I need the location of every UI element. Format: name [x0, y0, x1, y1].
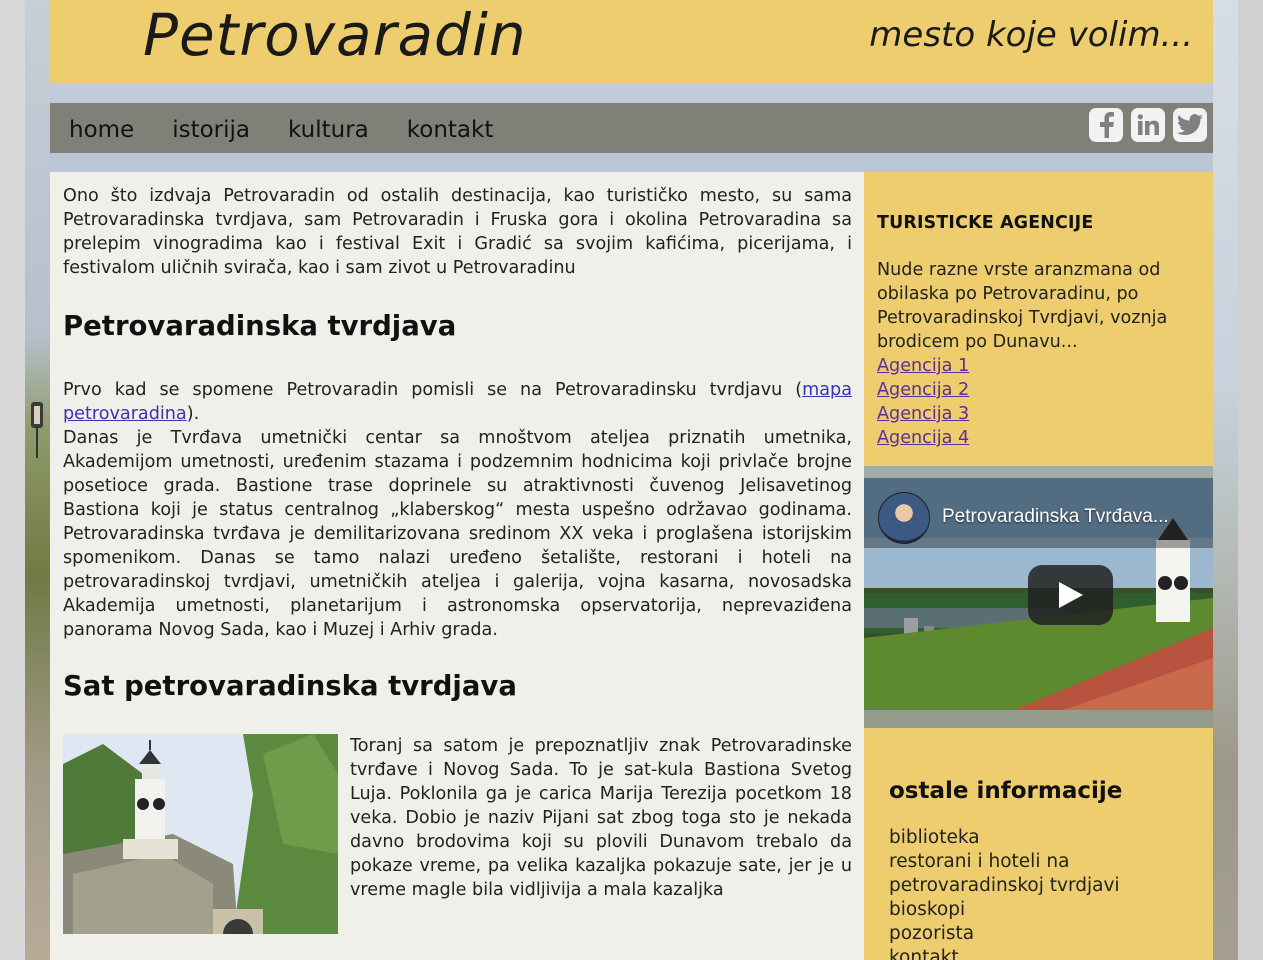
facebook-icon[interactable] [1089, 108, 1123, 142]
clock-tower-photo [63, 734, 338, 934]
page-frame-left [0, 0, 25, 960]
video-play-button[interactable] [1028, 565, 1113, 625]
section-heading-sat: Sat petrovaradinska tvrdjava [63, 670, 517, 702]
linkedin-icon[interactable] [1131, 108, 1165, 142]
embedded-video-player[interactable]: Petrovaradinska Tvrđava... [864, 478, 1213, 710]
nav-item-kultura[interactable]: kultura [269, 103, 388, 157]
background-scenery-left [25, 0, 50, 960]
site-tagline: mesto koje volim... [869, 15, 1193, 55]
street-lamp-image [31, 402, 43, 458]
info-item-restorani[interactable]: restorani i hoteli na petrovaradinskoj t… [889, 850, 1201, 898]
info-item-biblioteka[interactable]: biblioteka [889, 826, 1201, 850]
twitter-icon[interactable] [1173, 108, 1207, 142]
video-title[interactable]: Petrovaradinska Tvrđava... [942, 506, 1202, 528]
social-links [1089, 108, 1207, 142]
other-info-panel: ostale informacije biblioteka restorani … [864, 728, 1213, 960]
agency-item: Agencija 1 [877, 354, 1201, 378]
page-frame-right [1238, 0, 1263, 960]
info-item-kontakt[interactable]: kontakt [889, 946, 1201, 960]
agency-item: Agencija 4 [877, 426, 1201, 450]
clock-tower-paragraph: Toranj sa satom je prepoznatljiv znak Pe… [350, 736, 852, 900]
agency-link-4[interactable]: Agencija 4 [877, 428, 969, 448]
fortress-text-before: Prvo kad se spomene Petrovaradin pomisli… [63, 380, 803, 400]
site-header: Petrovaradin mesto koje volim... [50, 0, 1213, 83]
agencies-description: Nude razne vrste aranzmana od obilaska p… [877, 260, 1168, 352]
site-title: Petrovaradin [143, 1, 527, 69]
background-scenery-right [1213, 0, 1238, 960]
agency-item: Agencija 2 [877, 378, 1201, 402]
nav-item-kontakt[interactable]: kontakt [388, 103, 513, 157]
travel-agencies-panel: TURISTICKE AGENCIJE Nude razne vrste ara… [864, 172, 1213, 466]
play-icon [1058, 582, 1083, 608]
fortress-text-after: ). [186, 404, 200, 424]
fortress-description-paragraph: Danas je Tvrđava umetnički centar sa mno… [63, 428, 852, 640]
agency-link-2[interactable]: Agencija 2 [877, 380, 969, 400]
main-navigation: home istorija kultura kontakt [50, 103, 1213, 153]
channel-avatar[interactable] [878, 492, 930, 544]
intro-paragraph: Ono što izdvaja Petrovaradin od ostalih … [63, 186, 852, 278]
agencies-heading: TURISTICKE AGENCIJE [877, 213, 1094, 233]
nav-item-istorija[interactable]: istorija [153, 103, 269, 157]
agency-link-3[interactable]: Agencija 3 [877, 404, 969, 424]
agency-link-1[interactable]: Agencija 1 [877, 356, 969, 376]
info-item-bioskopi[interactable]: bioskopi [889, 898, 1201, 922]
agency-item: Agencija 3 [877, 402, 1201, 426]
fortress-paragraph: Prvo kad se spomene Petrovaradin pomisli… [63, 378, 852, 426]
info-item-pozorista[interactable]: pozorista [889, 922, 1201, 946]
nav-item-home[interactable]: home [50, 103, 153, 157]
section-heading-tvrdjava: Petrovaradinska tvrdjava [63, 310, 457, 342]
info-heading: ostale informacije [889, 778, 1123, 804]
main-content: Ono što izdvaja Petrovaradin od ostalih … [50, 172, 864, 960]
